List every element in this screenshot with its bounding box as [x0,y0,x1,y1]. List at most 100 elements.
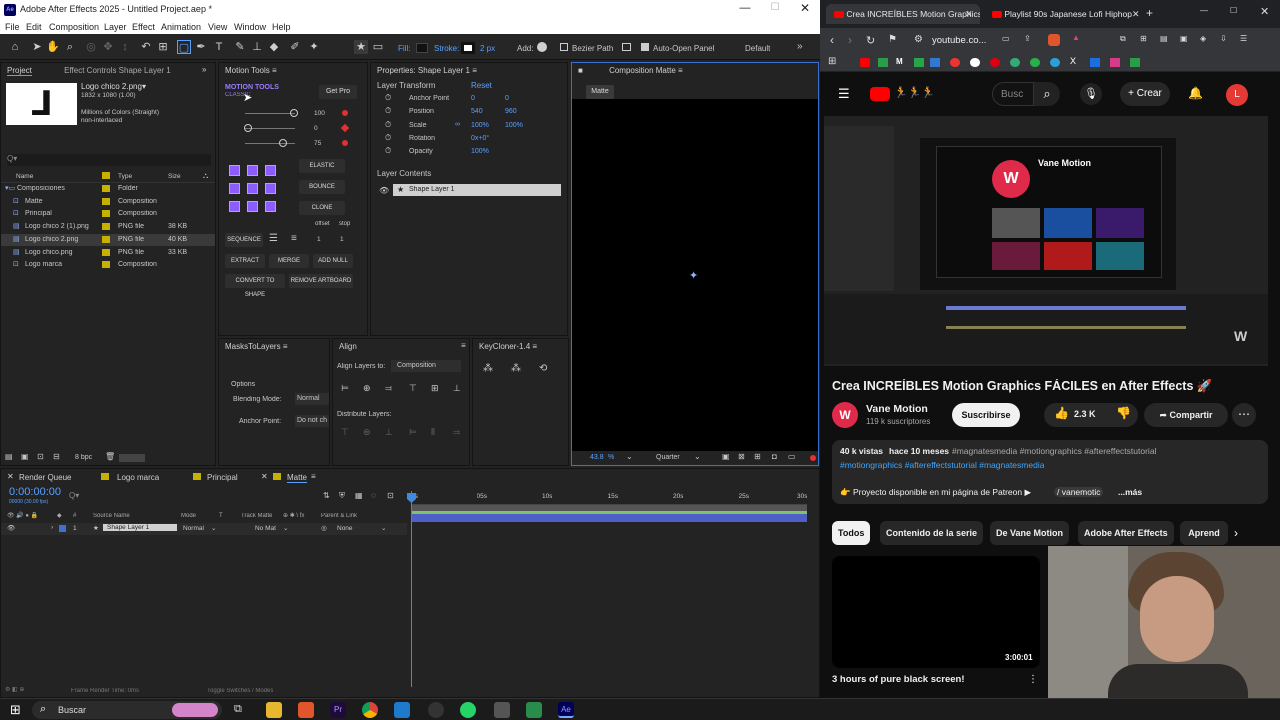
close-button[interactable]: ✕ [1260,5,1269,18]
maximize-button[interactable]: ☐ [1230,6,1237,15]
dist-right-icon[interactable]: ⫤ [453,427,460,438]
channel-name[interactable]: Vane Motion [866,403,928,415]
zoom-tool-icon[interactable]: ⌕ [63,40,77,54]
stroke-swatch[interactable] [461,42,475,54]
calculator-icon[interactable] [494,702,510,718]
motion-tools-tab[interactable]: Motion Tools [225,66,270,75]
rewards-icon[interactable]: ▲ [1072,33,1080,42]
resolution-chevron-icon[interactable]: ⌄ [694,452,701,461]
stroke-width[interactable]: 2 px [480,44,495,53]
guide-menu-icon[interactable]: ☰ [838,86,850,102]
project-item[interactable]: ⊡ Logo marca Composition [1,259,215,271]
keycloner-icon-1[interactable]: ⁂ [483,363,493,374]
chips-next-icon[interactable]: › [1234,526,1238,540]
region-icon[interactable]: ▣ [722,452,730,461]
transform-row[interactable]: ⏱ Scale ∞ 100% 100% [371,120,567,132]
stopwatch-icon[interactable]: ⏱ [385,93,391,103]
menu-file[interactable]: File [5,22,20,32]
panel-menu-icon[interactable]: ≡ [532,342,537,351]
site-info-icon[interactable]: ⚙ [914,34,923,45]
keyframe-3-icon[interactable] [342,140,348,146]
flow-icon[interactable]: ⛬ [203,171,208,181]
next-video-more-icon[interactable]: ⋮ [1028,674,1038,685]
add-null-button[interactable]: ADD NULL [313,254,353,268]
bookmark-blue-icon[interactable] [1090,58,1100,67]
bookmark-gmail-icon[interactable]: M [896,57,903,66]
bookmark-tiktok-icon[interactable] [970,58,980,67]
adjust-icon[interactable]: ⊟ [53,452,60,461]
zoom-level[interactable]: 43.8 [590,454,604,461]
layer-label-color[interactable] [59,525,66,532]
properties-tab[interactable]: Properties: Shape Layer 1 [377,66,470,75]
menu-view[interactable]: View [208,22,227,32]
project-item[interactable]: ⊡ Principal Composition [1,208,215,220]
after-effects-taskbar-icon[interactable]: Ae [558,702,574,718]
minimize-button[interactable]: — [1200,6,1208,15]
align-right-icon[interactable]: ⫤ [385,383,392,394]
project-item[interactable]: ▾▭ Composiciones Folder [1,183,215,195]
label-swatch[interactable] [102,210,110,218]
timeline-search-input[interactable]: Q▾ [69,491,149,501]
sequence-offset-value[interactable]: 1 [317,236,321,243]
downloads-icon[interactable]: ⇩ [1220,34,1227,43]
bookmark-x-icon[interactable]: X [1070,56,1076,66]
create-button[interactable]: + Crear [1120,82,1170,106]
panel-menu-icon[interactable]: ≡ [678,66,683,75]
comp-flow-icon[interactable]: ⇅ [323,491,330,500]
transparency-icon[interactable]: ⊠ [738,452,745,461]
align-tab[interactable]: Align [339,342,357,351]
transform-row[interactable]: ⏱ Position 540 960 [371,106,567,118]
camera-icon[interactable]: ▭ [788,452,796,461]
chip-aprend[interactable]: Aprend [1180,521,1228,545]
align-bottom-icon[interactable]: ⊥ [453,383,461,394]
pen-tool-icon[interactable]: ✒ [194,40,208,54]
clone-button[interactable]: CLONE [299,201,345,215]
subscribe-button[interactable]: Suscribirse [952,403,1020,427]
bookmark-pinterest-icon[interactable] [990,58,1000,67]
frame-blend-icon[interactable]: ▦ [355,491,363,500]
dist-bottom-icon[interactable]: ⊥ [385,427,393,438]
fill-swatch[interactable] [416,43,428,53]
dist-vcenter-icon[interactable]: ⊜ [363,427,371,438]
panel-menu-icon[interactable]: ≡ [283,342,288,351]
reload-icon[interactable]: ↻ [866,34,875,47]
align-top-icon[interactable]: ⊤ [409,383,417,394]
bookmark-yt2-icon[interactable] [950,58,960,67]
col-source-name[interactable]: Source Name [93,513,130,519]
project-search-input[interactable]: Q▾ [7,154,211,166]
more-link[interactable]: ...más [1118,487,1142,497]
col-name[interactable]: Name [16,173,33,180]
hashtags-line-2[interactable]: #motiongraphics #aftereffectstutorial #m… [840,460,1044,470]
slider-3-value[interactable]: 75 [314,140,321,147]
footer-icons[interactable]: ⚙ ◧ ⊕ [5,686,24,693]
yt-search-input[interactable]: Busc [992,82,1034,106]
preview-name[interactable]: Logo chico 2.png▾ [81,82,146,91]
chip-after-effects[interactable]: Adobe After Effects [1078,521,1174,545]
align-left-icon[interactable]: ⊨ [341,383,349,394]
minimize-button[interactable]: — [738,2,752,14]
label-swatch[interactable] [102,185,110,192]
chip-serie[interactable]: Contenido de la serie [880,521,984,545]
sidebar-icon[interactable]: ▤ [1160,34,1168,43]
brave-taskbar-icon[interactable] [298,702,314,718]
description-box[interactable]: 40 k vistas hace 10 meses #magnatesmedia… [832,440,1268,504]
layer-row[interactable]: 👁 › 1 ★ Shape Layer 1 Normal ⌄ No Mat ⌄ … [1,523,407,535]
new-folder-icon[interactable]: ▣ [21,452,29,461]
project-item[interactable]: ⊡ Matte Composition [1,196,215,208]
graph-editor-icon[interactable]: ⊡ [387,491,394,500]
transform-value-1[interactable]: 540 [471,108,483,115]
dist-hcenter-icon[interactable]: ⦀ [431,427,435,438]
chip-todos[interactable]: Todos [832,521,871,545]
new-tab-icon[interactable]: + [1146,6,1153,20]
transform-row[interactable]: ⏱ Opacity 100% [371,146,567,158]
share-button[interactable]: ➦ Compartir [1144,403,1228,427]
label-swatch[interactable] [102,223,110,231]
transform-value-1[interactable]: 100% [471,122,489,129]
davinci-icon[interactable] [428,702,444,718]
tab-youtube-active[interactable]: Crea INCREÍBLES Motion Graphics [826,4,980,24]
delete-icon[interactable]: 🗑 [105,452,115,461]
project-tab[interactable]: Project [7,66,32,76]
col-mode[interactable]: Mode [181,513,196,519]
lock-icon[interactable]: ■ [578,66,583,75]
slider-2-knob[interactable] [244,124,252,132]
